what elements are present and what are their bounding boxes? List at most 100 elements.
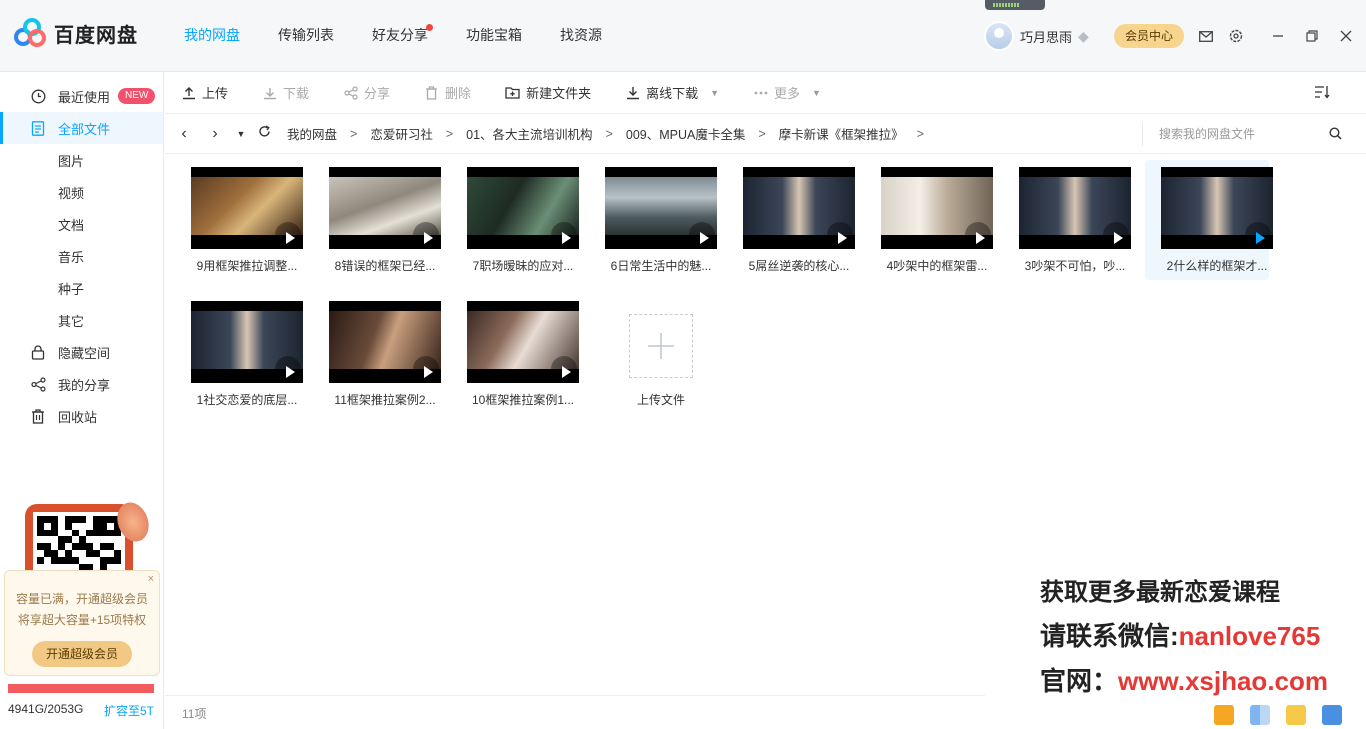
file-item[interactable]: 2什么样的框架才... xyxy=(1145,160,1273,280)
download-icon xyxy=(262,85,277,100)
item-count: 11项 xyxy=(182,707,207,721)
new-badge: NEW xyxy=(118,88,156,104)
sidebar-item-documents[interactable]: 文档 xyxy=(0,208,163,240)
minimize-icon[interactable] xyxy=(1270,28,1286,44)
file-toolbar: 上传 下载 分享 删除 新建文件夹 离线下载 ▼ 更多 ▼ xyxy=(165,72,1366,114)
watermark-site-prefix: 官网： xyxy=(1040,666,1119,696)
file-item[interactable]: 11框架推拉案例2... xyxy=(313,294,441,414)
watermark-line1: 获取更多最新恋爱课程 xyxy=(1040,579,1280,606)
trash-icon xyxy=(30,408,46,424)
file-item[interactable]: 8错误的框架已经... xyxy=(313,160,441,280)
upload-file-label: 上传文件 xyxy=(636,393,685,407)
tab-toolbox[interactable]: 功能宝箱 xyxy=(466,0,522,72)
file-item[interactable]: 3吵架不可怕，吵... xyxy=(1003,160,1131,280)
member-center-button[interactable]: 会员中心 xyxy=(1113,24,1184,48)
upload-button[interactable]: 上传 xyxy=(181,83,228,102)
breadcrumb-separator: > xyxy=(350,126,358,141)
sidebar-item-label: 回收站 xyxy=(58,409,98,425)
file-item[interactable]: 7职场暧昧的应对... xyxy=(451,160,579,280)
storage-quota-bar xyxy=(8,684,154,693)
watermark-site-url: www.xsjhao.com xyxy=(1118,666,1328,696)
upload-arrow-icon[interactable] xyxy=(1286,705,1306,725)
diamond-icon[interactable]: ◆ xyxy=(1078,29,1092,43)
settings-gear-icon[interactable] xyxy=(1228,28,1244,44)
close-icon[interactable] xyxy=(1338,28,1354,44)
search-icon[interactable] xyxy=(1329,127,1342,143)
sidebar-item-images[interactable]: 图片 xyxy=(0,144,163,176)
mail-icon[interactable] xyxy=(1198,28,1214,44)
file-item[interactable]: 5屌丝逆袭的核心... xyxy=(727,160,855,280)
open-super-vip-button[interactable]: 开通超级会员 xyxy=(32,641,132,667)
app-name: 百度网盘 xyxy=(54,24,138,47)
play-icon xyxy=(562,232,571,244)
tab-friend-share[interactable]: 好友分享 xyxy=(372,0,433,72)
breadcrumb-separator: > xyxy=(605,126,613,141)
share-icon xyxy=(30,376,46,392)
file-item[interactable]: 9用框架推拉调整... xyxy=(175,160,303,280)
search-input[interactable] xyxy=(1159,122,1339,146)
sort-icon[interactable] xyxy=(1314,85,1330,101)
sidebar-item-hidden-space[interactable]: 隐藏空间 xyxy=(0,336,163,368)
video-thumbnail xyxy=(1019,167,1131,249)
video-thumbnail xyxy=(881,167,993,249)
video-thumbnail xyxy=(467,301,579,383)
sidebar-item-all-files[interactable]: 全部文件 xyxy=(0,112,163,144)
avatar[interactable] xyxy=(983,21,1014,51)
sidebar-item-my-shares[interactable]: 我的分享 xyxy=(0,368,163,400)
share-button[interactable]: 分享 xyxy=(343,83,390,102)
tab-transfer-list[interactable]: 传输列表 xyxy=(278,0,334,72)
refresh-icon[interactable] xyxy=(255,124,273,143)
breadcrumb-item[interactable]: 009、MPUA魔卡全集 xyxy=(626,124,745,143)
apps-grid-icon[interactable] xyxy=(1250,705,1270,725)
new-folder-button[interactable]: 新建文件夹 xyxy=(505,83,591,102)
file-name: 10框架推拉案例1... xyxy=(471,393,575,407)
file-name: 11框架推拉案例2... xyxy=(334,393,436,407)
file-item[interactable]: 4吵架中的框架雷... xyxy=(865,160,993,280)
file-name: 6日常生活中的魅... xyxy=(610,259,712,273)
video-thumbnail xyxy=(191,301,303,383)
restore-icon[interactable] xyxy=(1304,28,1320,44)
sidebar-item-recycle-bin[interactable]: 回收站 xyxy=(0,400,163,432)
upload-label: 上传 xyxy=(202,86,229,101)
main-nav: 我的网盘 传输列表 好友分享 功能宝箱 找资源 xyxy=(184,0,640,72)
expand-storage-link[interactable]: 扩容至5T xyxy=(104,702,154,719)
sidebar-item-music[interactable]: 音乐 xyxy=(0,240,163,272)
delete-button[interactable]: 删除 xyxy=(424,83,471,102)
top-bar: 百度网盘 我的网盘 传输列表 好友分享 功能宝箱 找资源 巧月思雨 ◆ 会员中心 xyxy=(0,0,1366,72)
back-arrow-icon[interactable]: ‹ xyxy=(172,125,196,143)
new-folder-icon xyxy=(505,85,520,100)
file-name: 4吵架中的框架雷... xyxy=(886,259,988,273)
caret-down-icon[interactable]: ▼ xyxy=(812,88,821,98)
breadcrumb-item[interactable]: 恋爱研习社 xyxy=(370,124,433,143)
file-item[interactable]: 10框架推拉案例1... xyxy=(451,294,579,414)
medal-icon[interactable] xyxy=(1214,705,1234,725)
promo-close-button[interactable]: × xyxy=(148,573,154,585)
video-thumbnail xyxy=(743,167,855,249)
offline-download-icon xyxy=(625,85,640,100)
download-button[interactable]: 下载 xyxy=(262,83,309,102)
sidebar-item-recent[interactable]: 最近使用 NEW xyxy=(0,80,163,112)
more-button[interactable]: 更多 ▼ xyxy=(753,83,821,102)
file-item[interactable]: 1社交恋爱的底层... xyxy=(175,294,303,414)
forward-arrow-icon[interactable]: › xyxy=(203,125,227,143)
file-item[interactable]: 6日常生活中的魅... xyxy=(589,160,717,280)
breadcrumb-item[interactable]: 01、各大主流培训机构 xyxy=(466,124,592,143)
offline-download-button[interactable]: 离线下载 ▼ xyxy=(625,83,719,102)
logo: 百度网盘 xyxy=(14,18,138,48)
username[interactable]: 巧月思雨 xyxy=(1020,27,1072,46)
breadcrumb-separator: > xyxy=(916,126,924,141)
file-name: 8错误的框架已经... xyxy=(334,259,436,273)
tab-my-drive[interactable]: 我的网盘 xyxy=(184,0,240,72)
sidebar-item-torrents[interactable]: 种子 xyxy=(0,272,163,304)
sidebar-item-videos[interactable]: 视频 xyxy=(0,176,163,208)
history-dropdown-icon[interactable]: ▼ xyxy=(234,129,248,139)
breadcrumb-item[interactable]: 摩卡新课《框架推拉》 xyxy=(779,124,904,143)
clock-icon xyxy=(30,88,46,104)
sidebar-item-others[interactable]: 其它 xyxy=(0,304,163,336)
breadcrumb-item[interactable]: 我的网盘 xyxy=(287,124,337,143)
tab-find-resources[interactable]: 找资源 xyxy=(560,0,602,72)
caret-down-icon[interactable]: ▼ xyxy=(710,88,719,98)
lock-icon[interactable] xyxy=(1322,705,1342,725)
upload-file-tile[interactable] xyxy=(629,314,693,378)
watermark-wechat-prefix: 请联系微信: xyxy=(1040,621,1179,651)
